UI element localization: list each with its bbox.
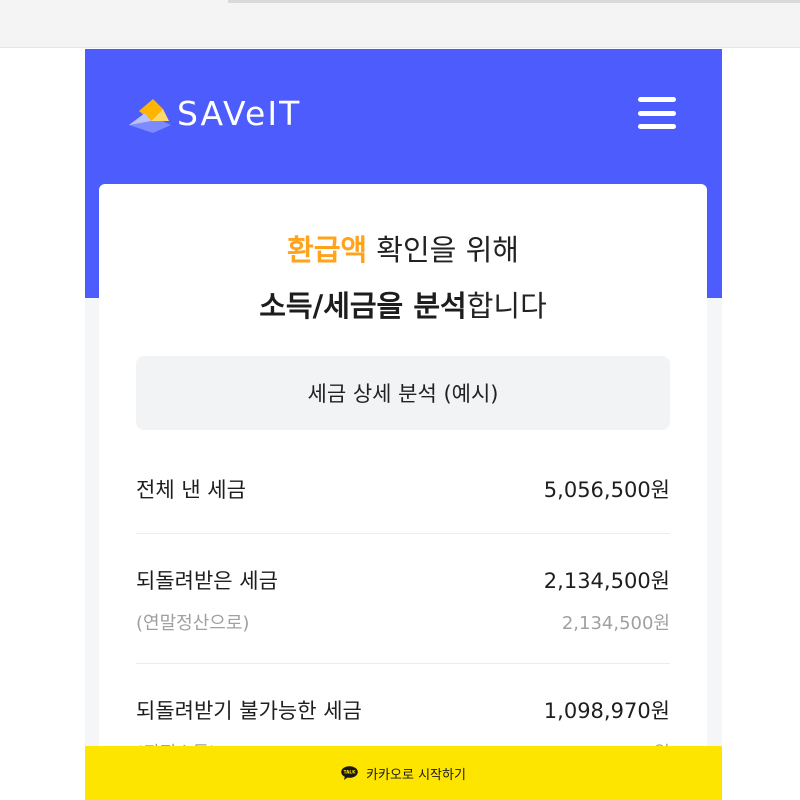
section-title: 세금 상세 분석 (예시) xyxy=(307,382,499,406)
headline-line-1: 환급액 확인을 위해 xyxy=(99,222,707,278)
row-sub-label: (연말정산으로) xyxy=(136,613,250,634)
row-label: 전체 낸 세금 xyxy=(136,478,246,502)
headline-line1-rest: 확인을 위해 xyxy=(367,233,519,267)
analysis-card: 환급액 확인을 위해 소득/세금을 분석합니다 세금 상세 분석 (예시) 전체… xyxy=(99,184,707,800)
kakao-start-label: 카카오로 시작하기 xyxy=(366,767,466,783)
divider xyxy=(136,663,670,664)
browser-tab-strip xyxy=(228,0,800,3)
page-title: 환급액 확인을 위해 소득/세금을 분석합니다 xyxy=(99,222,707,334)
headline-bold: 소득/세금을 분석 xyxy=(259,289,467,323)
app-viewport: SAVeIT 환급액 확인을 위해 소득/세금을 분석합니다 세금 상세 분석 … xyxy=(85,49,722,800)
kakao-start-button[interactable]: TALK 카카오로 시작하기 xyxy=(85,746,722,800)
browser-toolbar xyxy=(0,0,800,48)
row-sub-value: 2,134,500원 xyxy=(561,613,670,634)
tax-row-total: 전체 낸 세금 5,056,500원 xyxy=(136,474,670,504)
row-label: 되돌려받기 불가능한 세금 xyxy=(136,699,362,723)
headline-line2-rest: 합니다 xyxy=(466,289,547,323)
row-label: 되돌려받은 세금 xyxy=(136,569,278,593)
hamburger-menu-icon[interactable] xyxy=(638,97,676,129)
row-value: 5,056,500원 xyxy=(543,478,670,502)
kakao-icon-text: TALK xyxy=(344,770,356,775)
logo[interactable]: SAVeIT xyxy=(125,91,301,135)
headline-line-2: 소득/세금을 분석합니다 xyxy=(99,278,707,334)
headline-accent: 환급액 xyxy=(287,233,368,267)
brand-name: SAVeIT xyxy=(177,93,302,133)
logo-mark-icon xyxy=(129,99,171,133)
row-value: 2,134,500원 xyxy=(543,569,670,593)
tax-row-refunded: 되돌려받은 세금 2,134,500원 (연말정산으로) 2,134,500원 xyxy=(136,565,670,635)
kakao-talk-icon: TALK xyxy=(341,766,358,780)
row-value: 1,098,970원 xyxy=(543,699,670,723)
divider xyxy=(136,533,670,534)
section-title-box: 세금 상세 분석 (예시) xyxy=(136,356,670,430)
